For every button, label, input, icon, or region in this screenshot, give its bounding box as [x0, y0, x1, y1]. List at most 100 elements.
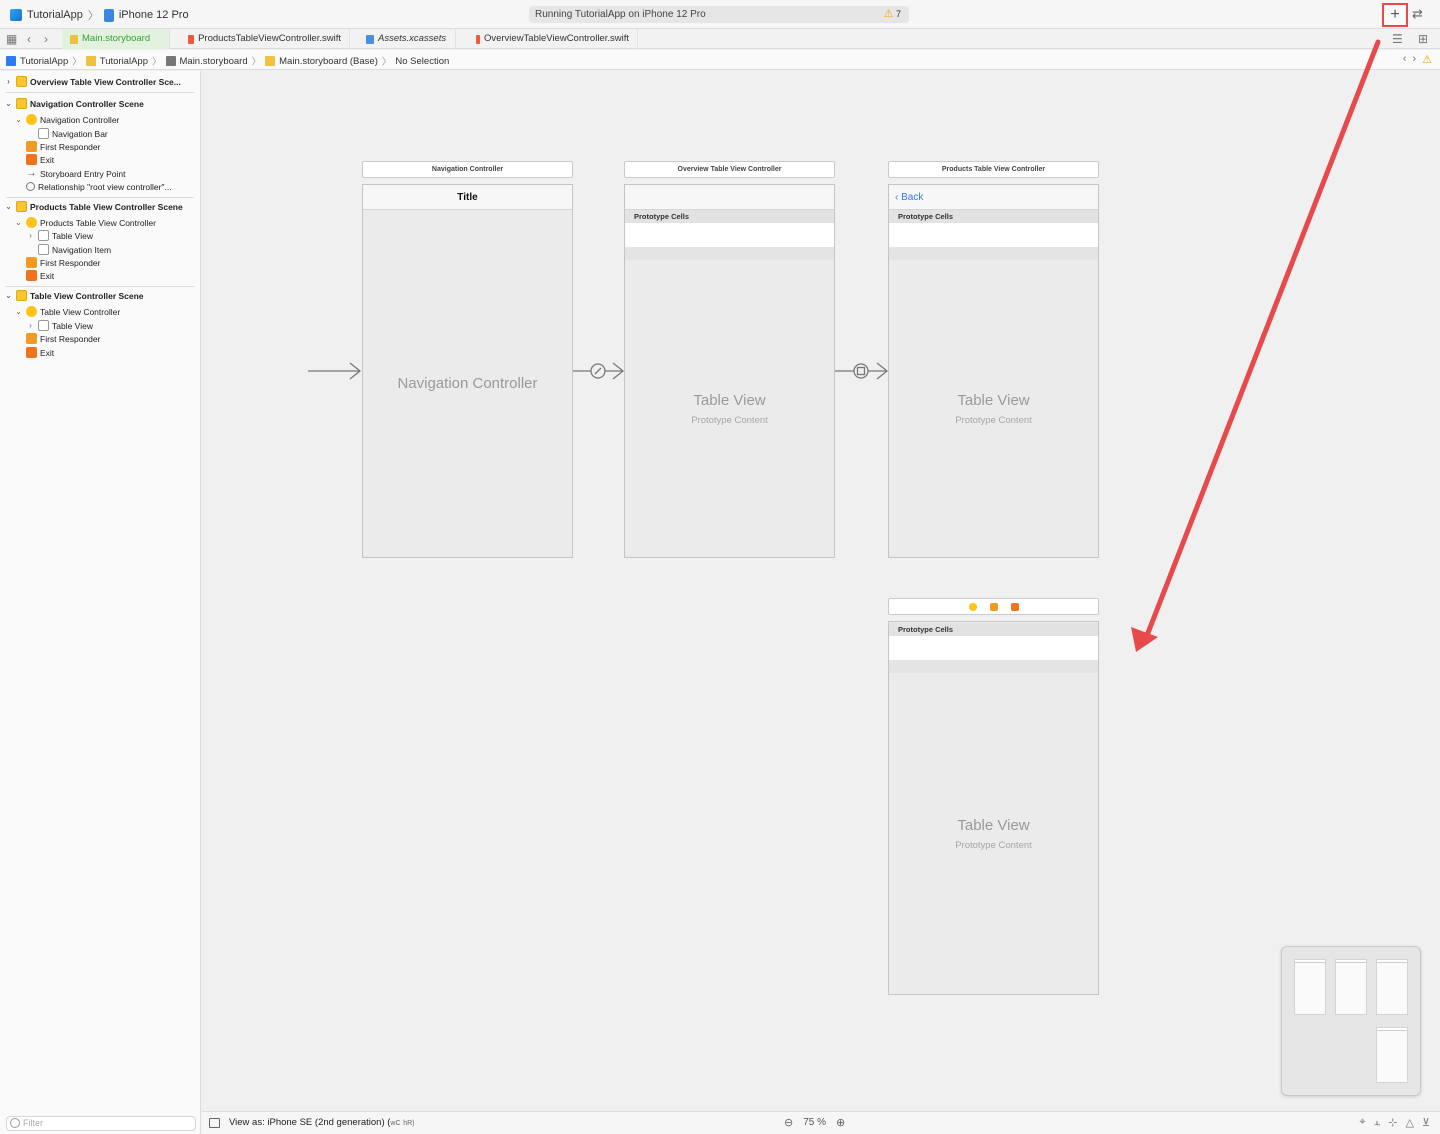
storyboard-canvas[interactable]: Navigation Controller Title Navigation C… — [202, 71, 1440, 1111]
scene-icon — [16, 290, 27, 301]
outline-item-navigation-controller[interactable]: ⌄ Navigation Controller — [14, 113, 119, 126]
chevron-down-icon[interactable]: ⌄ — [4, 202, 13, 211]
breadcrumb-localization[interactable]: Main.storyboard (Base) — [279, 56, 378, 67]
outline-item-exit[interactable]: Exit — [26, 346, 54, 359]
zoom-in-icon[interactable]: ⊕ — [836, 1116, 845, 1129]
view-controller-icon — [26, 306, 37, 317]
editor-options-icon[interactable]: ☰ — [1392, 32, 1403, 46]
outline-scene-table[interactable]: ⌄ Table View Controller Scene — [4, 289, 144, 302]
outline-item-first-responder[interactable]: First Responder — [26, 140, 100, 153]
code-review-toggle-button[interactable]: ⇄ — [1412, 6, 1430, 22]
chevron-right-icon: 〉 — [381, 57, 392, 68]
chevron-right-icon[interactable]: › — [26, 321, 35, 330]
outline-item-table-vc[interactable]: ⌄ Table View Controller — [14, 305, 120, 318]
chevron-right-icon: 〉 — [87, 10, 99, 22]
outline-item-exit[interactable]: Exit — [26, 269, 54, 282]
outline-item-relationship[interactable]: Relationship "root view controller"... — [26, 180, 172, 193]
swift-file-icon — [188, 34, 195, 44]
outline-scene-navigation[interactable]: ⌄ Navigation Controller Scene — [4, 97, 144, 110]
plus-icon: + — [1390, 6, 1400, 23]
chevron-down-icon[interactable]: ⌄ — [4, 99, 13, 108]
outline-item-first-responder[interactable]: First Responder — [26, 332, 100, 345]
outline-label: Table View Controller — [40, 306, 121, 317]
scene-icon — [16, 201, 27, 212]
outline-label: Exit — [40, 270, 55, 281]
next-issue-icon[interactable]: › — [1412, 53, 1416, 66]
tab-main-storyboard[interactable]: Main.storyboard — [62, 29, 170, 49]
outline-item-table-view[interactable]: › Table View — [26, 229, 93, 242]
outline-item-table-view[interactable]: › Table View — [26, 319, 93, 332]
chevron-down-icon[interactable]: ⌄ — [14, 307, 23, 316]
breadcrumb-selection[interactable]: No Selection — [395, 56, 449, 67]
tab-label: Assets.xcassets — [378, 33, 447, 44]
align-icon[interactable]: ⫠ — [1374, 1116, 1381, 1129]
tab-label: ProductsTableViewController.swift — [198, 33, 341, 44]
toggle-outline-icon[interactable] — [209, 1118, 220, 1128]
outline-label: Table View Controller Scene — [30, 290, 144, 301]
tab-assets[interactable]: Assets.xcassets — [358, 29, 456, 49]
scheme-device-name[interactable]: iPhone 12 Pro — [119, 9, 189, 21]
warning-indicator[interactable]: ⚠ 7 — [884, 6, 901, 23]
tab-overview-swift[interactable]: OverviewTableViewController.swift — [468, 29, 638, 49]
resolve-issues-icon[interactable]: △ — [1405, 1116, 1413, 1129]
navigation-bar-icon — [38, 128, 49, 139]
view-as-label: View as: iPhone SE (2nd generation) ( — [229, 1117, 391, 1128]
canvas-minimap[interactable] — [1281, 946, 1421, 1096]
outline-item-first-responder[interactable]: First Responder — [26, 256, 100, 269]
breadcrumb-file[interactable]: Main.storyboard — [180, 56, 248, 67]
outline-label: Navigation Controller Scene — [30, 98, 144, 109]
outline-filter-input[interactable]: Filter — [6, 1116, 196, 1131]
breadcrumb: TutorialApp 〉 TutorialApp 〉 Main.storybo… — [6, 54, 449, 68]
minimap-scene — [1376, 959, 1408, 1015]
outline-item-entry-point[interactable]: → Storyboard Entry Point — [26, 167, 126, 180]
scene-icon — [16, 76, 27, 87]
scheme-selector[interactable]: TutorialApp 〉 iPhone 12 Pro — [10, 7, 189, 23]
embed-in-icon[interactable]: ⊻ — [1422, 1116, 1430, 1129]
outline-label: Exit — [40, 347, 55, 358]
warning-icon[interactable]: ⚠ — [1422, 53, 1432, 66]
first-responder-icon — [26, 257, 37, 268]
back-chevron-icon[interactable]: ‹ — [27, 32, 31, 46]
outline-scene-overview[interactable]: › Overview Table View Controller Sce... — [4, 75, 181, 88]
width-class: wC — [390, 1120, 401, 1127]
chevron-down-icon[interactable]: ⌄ — [4, 291, 13, 300]
outline-item-exit[interactable]: Exit — [26, 153, 54, 166]
outline-label: First Responder — [40, 333, 101, 344]
grid-icon[interactable]: ▦ — [6, 32, 17, 46]
update-frames-icon[interactable]: ⌖ — [1359, 1116, 1365, 1129]
library-add-button[interactable]: + — [1382, 3, 1408, 27]
previous-issue-icon[interactable]: ‹ — [1403, 53, 1407, 66]
chevron-down-icon[interactable]: ⌄ — [14, 218, 23, 227]
activity-viewer[interactable]: Running TutorialApp on iPhone 12 Pro ⚠ 7 — [529, 6, 909, 23]
outline-item-navigation-item[interactable]: Navigation Item — [38, 243, 111, 256]
add-editor-icon[interactable]: ⊞ — [1418, 32, 1428, 46]
height-class: hR) — [403, 1120, 415, 1127]
chevron-right-icon[interactable]: › — [26, 231, 35, 240]
tab-products-swift[interactable]: ProductsTableViewController.swift — [180, 29, 350, 49]
storyboard-file-icon — [70, 34, 78, 44]
chevron-down-icon[interactable]: ⌄ — [14, 115, 23, 124]
storyboard-file-icon — [265, 56, 276, 66]
chevron-right-icon: 〉 — [72, 57, 82, 68]
minimap-scene — [1335, 959, 1367, 1015]
breadcrumb-project[interactable]: TutorialApp — [20, 56, 68, 67]
layout-tools: ⌖ ⫠ ⊹ △ ⊻ — [1359, 1116, 1430, 1129]
scene-icon — [16, 98, 27, 109]
exit-icon — [26, 154, 37, 165]
filter-icon — [10, 1118, 20, 1128]
breadcrumb-group[interactable]: TutorialApp — [100, 56, 148, 67]
editor-tab-bar: ▦ ‹ › Main.storyboard ProductsTableViewC… — [0, 29, 1440, 49]
forward-chevron-icon[interactable]: › — [44, 32, 48, 46]
outline-item-products-vc[interactable]: ⌄ Products Table View Controller — [14, 216, 156, 229]
chevron-right-icon[interactable]: › — [4, 77, 13, 86]
device-configuration[interactable]: View as: iPhone SE (2nd generation) (wC … — [229, 1117, 414, 1128]
document-outline: › Overview Table View Controller Sce... … — [0, 71, 201, 1134]
chevron-right-icon: 〉 — [151, 57, 162, 68]
zoom-out-icon[interactable]: ⊖ — [784, 1116, 793, 1129]
jump-bar: TutorialApp 〉 TutorialApp 〉 Main.storybo… — [0, 50, 1440, 70]
scheme-app-name[interactable]: TutorialApp — [27, 9, 83, 21]
outline-item-navigation-bar[interactable]: Navigation Bar — [38, 127, 108, 140]
outline-scene-products[interactable]: ⌄ Products Table View Controller Scene — [4, 200, 183, 213]
zoom-level[interactable]: 75 % — [803, 1117, 826, 1128]
add-constraints-icon[interactable]: ⊹ — [1388, 1116, 1397, 1129]
